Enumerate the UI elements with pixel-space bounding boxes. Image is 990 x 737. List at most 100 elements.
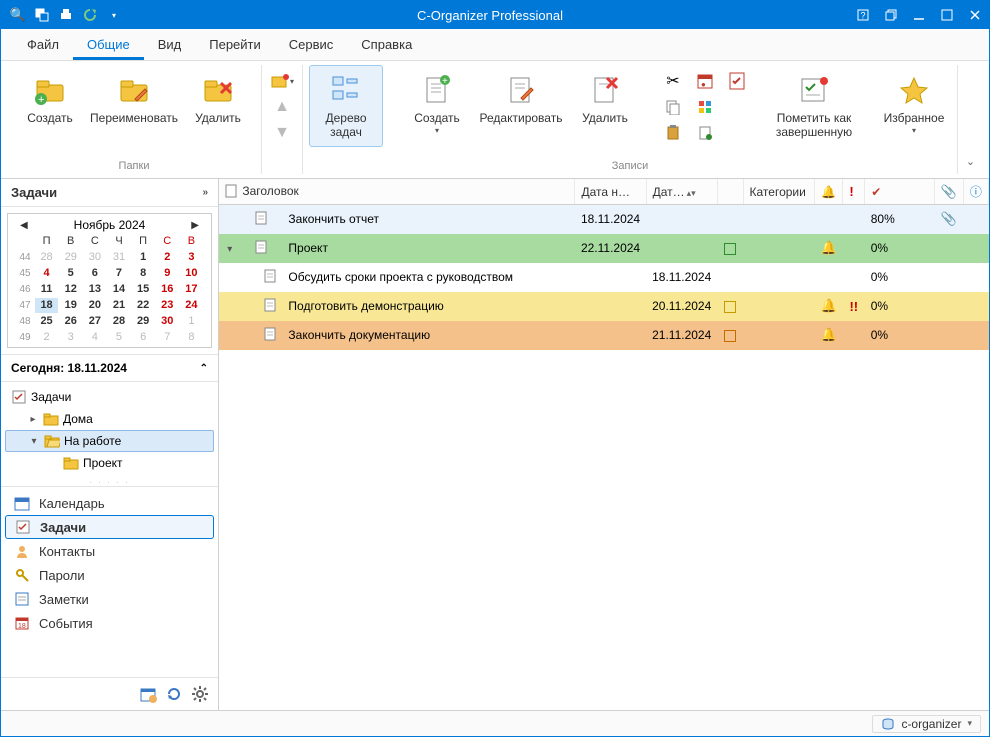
- tree-node-work[interactable]: ▾ На работе: [5, 430, 214, 452]
- task-row[interactable]: Обсудить сроки проекта с руководством18.…: [219, 263, 989, 292]
- calendar-day[interactable]: 24: [180, 298, 203, 313]
- close-button[interactable]: [961, 1, 989, 29]
- col-attach[interactable]: 📎: [934, 179, 963, 205]
- calendar-day[interactable]: 7: [156, 330, 179, 345]
- move-down-icon[interactable]: ▼: [270, 121, 294, 145]
- folder-special-icon[interactable]: ▾: [270, 69, 294, 93]
- col-info[interactable]: ⓘ: [963, 179, 988, 205]
- calendar-day[interactable]: 4: [83, 330, 106, 345]
- nav-calendar[interactable]: Календарь: [5, 491, 214, 515]
- paste-icon[interactable]: [661, 121, 685, 145]
- calendar-day[interactable]: 14: [107, 282, 130, 297]
- calendar-day[interactable]: 4: [35, 266, 58, 281]
- calendar-day[interactable]: 9: [156, 266, 179, 281]
- collapse-icon[interactable]: ▾: [227, 244, 232, 255]
- calendar-day[interactable]: 30: [83, 250, 106, 265]
- calendar-day[interactable]: 30: [156, 314, 179, 329]
- calendar-grid[interactable]: ПВСЧПСВ442829303112345456789104611121314…: [16, 234, 203, 345]
- calendar-day[interactable]: 5: [59, 266, 82, 281]
- calendar-day[interactable]: 18: [35, 298, 58, 313]
- task-checkbox[interactable]: [724, 243, 736, 255]
- sidebar-splitter[interactable]: · · · · ·: [1, 478, 218, 486]
- task-row[interactable]: Закончить отчет18.11.202480%📎: [219, 205, 989, 234]
- calendar-day[interactable]: 29: [132, 314, 155, 329]
- ribbon-collapse-icon[interactable]: ⌄: [958, 65, 983, 174]
- calendar-day[interactable]: 17: [180, 282, 203, 297]
- clipboard-task-icon[interactable]: [725, 69, 749, 93]
- calendar-day[interactable]: 20: [83, 298, 106, 313]
- calendar-day[interactable]: 19: [59, 298, 82, 313]
- calendar-day[interactable]: 26: [59, 314, 82, 329]
- calendar-day[interactable]: 6: [83, 266, 106, 281]
- tree-node-project[interactable]: Проект: [5, 452, 214, 474]
- attach-icon[interactable]: [693, 121, 717, 145]
- folder-create-button[interactable]: + Создать: [13, 65, 87, 133]
- nav-passwords[interactable]: Пароли: [5, 563, 214, 587]
- today-icon[interactable]: ●: [693, 69, 717, 93]
- help-icon[interactable]: ?: [849, 1, 877, 29]
- nav-events[interactable]: 18 События: [5, 611, 214, 635]
- cal-next-icon[interactable]: ▶: [187, 220, 203, 231]
- task-tree-button[interactable]: Дерево задач: [309, 65, 383, 147]
- task-row[interactable]: ▾Проект22.11.2024🔔0%: [219, 234, 989, 263]
- calendar-day[interactable]: 8: [132, 266, 155, 281]
- database-selector[interactable]: c-organizer ▾: [872, 715, 981, 733]
- menu-goto[interactable]: Перейти: [195, 31, 275, 60]
- today-expand-icon[interactable]: ⌃: [200, 363, 208, 374]
- task-row[interactable]: Закончить документацию21.11.2024🔔0%: [219, 321, 989, 350]
- calendar-day[interactable]: 11: [35, 282, 58, 297]
- col-complete[interactable]: ✔: [865, 179, 935, 205]
- mark-complete-button[interactable]: Пометить как завершенную: [768, 65, 860, 147]
- task-checkbox[interactable]: [724, 301, 736, 313]
- task-checkbox[interactable]: [724, 330, 736, 342]
- calendar-day[interactable]: 23: [156, 298, 179, 313]
- tree-root[interactable]: Задачи: [5, 386, 214, 408]
- tree-node-home[interactable]: ▸ Дома: [5, 408, 214, 430]
- entry-edit-button[interactable]: Редактировать: [478, 65, 564, 133]
- favorites-button[interactable]: Избранное▾: [877, 65, 951, 142]
- copy-icon[interactable]: [661, 95, 685, 119]
- category-icon[interactable]: [693, 95, 717, 119]
- calendar-day[interactable]: 7: [107, 266, 130, 281]
- menu-view[interactable]: Вид: [144, 31, 196, 60]
- task-row[interactable]: Подготовить демонстрацию20.11.2024🔔!!0%: [219, 292, 989, 321]
- col-title[interactable]: Заголовок: [219, 179, 575, 205]
- calendar-day[interactable]: 1: [132, 250, 155, 265]
- collapse-icon[interactable]: ▾: [28, 436, 40, 447]
- calendar-day[interactable]: 28: [35, 250, 58, 265]
- calendar-day[interactable]: 25: [35, 314, 58, 329]
- move-up-icon[interactable]: ▲: [270, 95, 294, 119]
- cascade-icon[interactable]: [33, 6, 51, 24]
- calendar-day[interactable]: 13: [83, 282, 106, 297]
- col-categories[interactable]: Категории: [743, 179, 815, 205]
- dropdown-icon[interactable]: ▾: [105, 6, 123, 24]
- calendar-day[interactable]: 3: [180, 250, 203, 265]
- nav-tasks[interactable]: Задачи: [5, 515, 214, 539]
- calendar-day[interactable]: 16: [156, 282, 179, 297]
- cal-prev-icon[interactable]: ◀: [16, 220, 32, 231]
- calendar-day[interactable]: 10: [180, 266, 203, 281]
- minimize-button[interactable]: [905, 1, 933, 29]
- menu-file[interactable]: Файл: [13, 31, 73, 60]
- folder-rename-button[interactable]: Переименовать: [91, 65, 177, 133]
- col-checkbox[interactable]: [717, 179, 743, 205]
- refresh-icon[interactable]: [164, 684, 184, 704]
- folder-delete-button[interactable]: Удалить: [181, 65, 255, 133]
- entry-create-button[interactable]: + Создать▾: [400, 65, 474, 142]
- print-icon[interactable]: [57, 6, 75, 24]
- calendar-day[interactable]: 29: [59, 250, 82, 265]
- calendar-day[interactable]: 2: [156, 250, 179, 265]
- menu-help[interactable]: Справка: [347, 31, 426, 60]
- mini-calendar[interactable]: ◀ Ноябрь 2024 ▶ ПВСЧПСВ44282930311234545…: [7, 213, 212, 348]
- col-priority[interactable]: !: [843, 179, 865, 205]
- calendar-day[interactable]: 21: [107, 298, 130, 313]
- nav-notes[interactable]: Заметки: [5, 587, 214, 611]
- calendar-day[interactable]: 3: [59, 330, 82, 345]
- menu-general[interactable]: Общие: [73, 31, 144, 60]
- calendar-day[interactable]: 1: [180, 314, 203, 329]
- settings-icon[interactable]: [190, 684, 210, 704]
- sync-icon[interactable]: [81, 6, 99, 24]
- calendar-day[interactable]: 27: [83, 314, 106, 329]
- calendar-day[interactable]: 2: [35, 330, 58, 345]
- cut-icon[interactable]: ✂: [661, 69, 685, 93]
